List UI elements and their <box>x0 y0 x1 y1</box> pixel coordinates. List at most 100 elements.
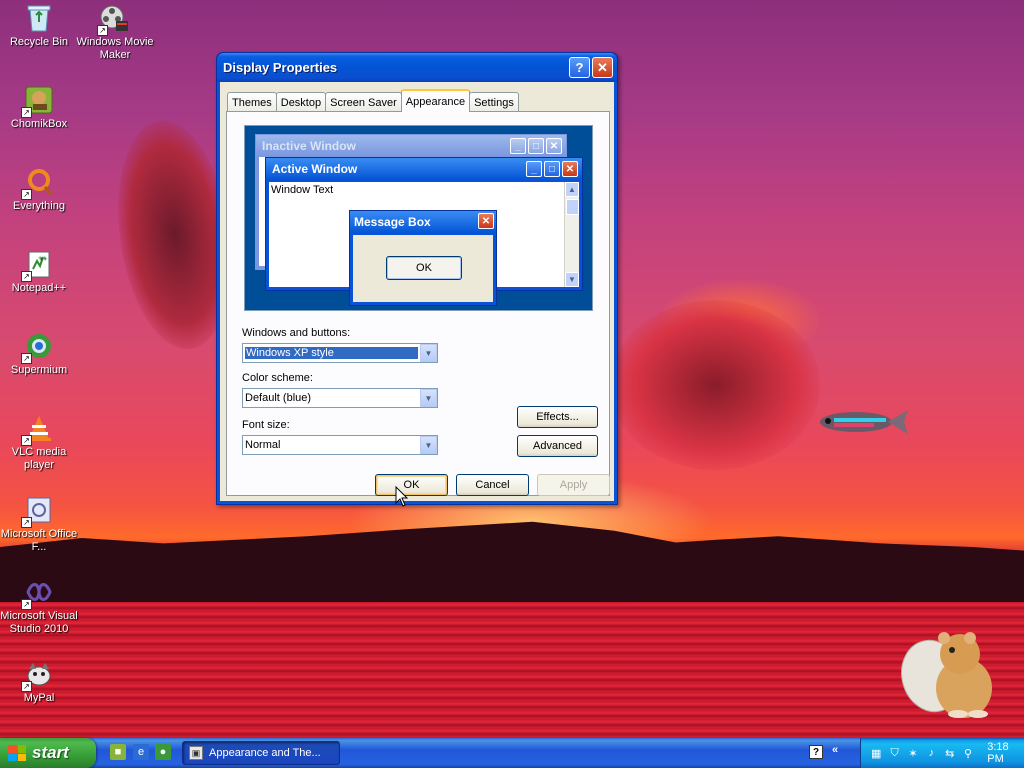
preview-inactive-caption-buttons: _ □ ✕ <box>508 138 562 154</box>
preview-window-text: Window Text <box>271 184 334 196</box>
font-size-value: Normal <box>245 439 281 451</box>
notepad-plus-plus-icon: ++ ↗ <box>21 248 55 282</box>
fish-desktop-pet[interactable] <box>816 404 910 440</box>
close-icon: ✕ <box>546 138 562 154</box>
chevron-down-icon[interactable]: ▼ <box>420 389 437 407</box>
windows-and-buttons-value: Windows XP style <box>244 346 419 360</box>
quicklaunch-chomikbox-icon[interactable]: ■ <box>110 744 126 760</box>
help-tray-icon[interactable]: ? <box>809 745 823 759</box>
close-icon: ✕ <box>478 213 494 229</box>
preview-ok-button: OK <box>386 256 462 280</box>
show-hidden-icons-chevron-icon[interactable]: « <box>832 744 838 756</box>
system-tray: ▦ ⛉ ✶ ♪ ⇆ ⚲ 3:18 PM <box>860 738 1024 768</box>
desktop-icon-label: Supermium <box>10 364 68 376</box>
desktop-icon-mypal[interactable]: ↗ MyPal <box>0 658 78 705</box>
apply-button[interactable]: Apply <box>537 474 610 496</box>
chomikbox-icon: ↗ <box>21 84 55 118</box>
window-title: Display Properties <box>223 60 338 75</box>
minimize-icon: _ <box>526 161 542 177</box>
supermium-icon: ↗ <box>21 330 55 364</box>
desktop-icon-label: VLC media player <box>11 446 67 471</box>
ok-button[interactable]: OK <box>375 474 448 496</box>
hamster-desktop-pet[interactable] <box>898 630 1002 722</box>
chevron-down-icon[interactable]: ▼ <box>420 436 437 454</box>
tab-appearance[interactable]: Appearance <box>400 89 471 112</box>
desktop-icon-label: Microsoft Visual Studio 2010 <box>0 610 78 635</box>
clock[interactable]: 3:18 PM <box>987 741 1024 765</box>
desktop-icon-label: Recycle Bin <box>9 36 69 48</box>
quicklaunch-internet-explorer-icon[interactable]: e <box>133 744 149 760</box>
display-properties-icon: ▣ <box>189 746 203 760</box>
search-tray-icon[interactable]: ⚲ <box>961 745 975 761</box>
start-button[interactable]: start <box>0 738 96 768</box>
tab-screen-saver[interactable]: Screen Saver <box>325 92 402 112</box>
desktop-icon-windows-movie-maker[interactable]: ↗ Windows Movie Maker <box>76 2 154 62</box>
appearance-tab-panel: Inactive Window _ □ ✕ Active Window _ □ … <box>226 111 610 496</box>
mypal-icon: ↗ <box>21 658 55 692</box>
security-shield-tray-icon[interactable]: ⛉ <box>887 745 901 761</box>
scroll-thumb <box>566 199 579 215</box>
tab-themes[interactable]: Themes <box>227 92 277 112</box>
scroll-down-arrow-icon: ▼ <box>565 272 579 287</box>
color-scheme-dropdown[interactable]: Default (blue) ▼ <box>242 388 438 408</box>
tab-settings[interactable]: Settings <box>469 92 519 112</box>
display-properties-window[interactable]: Display Properties ? ✕ Themes Desktop Sc… <box>216 52 618 505</box>
desktop-icon-visual-studio[interactable]: ↗ Microsoft Visual Studio 2010 <box>0 576 78 636</box>
desktop-icon-recycle-bin[interactable]: Recycle Bin <box>0 2 78 49</box>
preview-active-body: Window Text ▲ ▼ Message Box ✕ OK <box>269 182 579 306</box>
network-tray-icon[interactable]: ✶ <box>906 745 920 761</box>
visual-studio-icon: ↗ <box>21 576 55 610</box>
desktop-icon-microsoft-office[interactable]: ↗ Microsoft Office F... <box>0 494 78 554</box>
everything-icon: ↗ <box>21 166 55 200</box>
scroll-up-arrow-icon: ▲ <box>565 182 579 197</box>
desktop-icon-everything[interactable]: ↗ Everything <box>0 166 78 213</box>
preview-message-box-title: Message Box <box>350 211 496 233</box>
water <box>0 602 1024 738</box>
volume-tray-icon[interactable]: ♪ <box>924 745 938 761</box>
tab-desktop[interactable]: Desktop <box>275 92 327 112</box>
font-size-label: Font size: <box>242 419 290 431</box>
desktop-icon-supermium[interactable]: ↗ Supermium <box>0 330 78 377</box>
cancel-button[interactable]: Cancel <box>456 474 529 496</box>
font-size-dropdown[interactable]: Normal ▼ <box>242 435 438 455</box>
connection-tray-icon[interactable]: ⇆ <box>943 745 957 761</box>
advanced-button[interactable]: Advanced <box>517 435 598 457</box>
dialog-client-area: Themes Desktop Screen Saver Appearance S… <box>220 82 614 501</box>
title-bar[interactable]: Display Properties ? ✕ <box>217 53 617 82</box>
chevron-down-icon[interactable]: ▼ <box>420 344 437 362</box>
svg-text:++: ++ <box>38 255 46 262</box>
desktop-icon-label: Microsoft Office F... <box>0 528 78 553</box>
desktop-icon-chomikbox[interactable]: ↗ ChomikBox <box>0 84 78 131</box>
desktop-icon-vlc[interactable]: ↗ VLC media player <box>0 412 78 472</box>
preview-message-box-caption-buttons: ✕ <box>476 213 494 229</box>
desktop-icon-label: ChomikBox <box>10 118 68 130</box>
maximize-icon: □ <box>528 138 544 154</box>
maximize-icon: □ <box>544 161 560 177</box>
preview-scrollbar: ▲ ▼ <box>564 182 579 287</box>
recycle-bin-icon <box>23 2 55 34</box>
mouse-cursor-icon <box>395 486 409 507</box>
color-scheme-label: Color scheme: <box>242 372 313 384</box>
chomikbox-tray-icon[interactable]: ▦ <box>869 745 883 761</box>
cloud <box>610 300 820 470</box>
taskbar-button-appearance[interactable]: ▣ Appearance and The... <box>182 741 340 765</box>
windows-and-buttons-dropdown[interactable]: Windows XP style ▼ <box>242 343 438 363</box>
close-icon: ✕ <box>562 161 578 177</box>
preview-message-box-body: OK <box>353 235 493 302</box>
desktop-icon-label: Windows Movie Maker <box>76 36 154 61</box>
desktop-icon-notepad-plus-plus[interactable]: ++ ↗ Notepad++ <box>0 248 78 295</box>
preview-active-window: Active Window _ □ ✕ Window Text ▲ ▼ Mess… <box>265 157 583 306</box>
preview-message-box: Message Box ✕ OK <box>349 210 497 306</box>
minimize-icon: _ <box>510 138 526 154</box>
quicklaunch-browser-icon[interactable]: ● <box>155 744 171 760</box>
close-button[interactable]: ✕ <box>592 57 613 78</box>
effects-button[interactable]: Effects... <box>517 406 598 428</box>
help-button[interactable]: ? <box>569 57 590 78</box>
desktop-icon-label: Everything <box>13 200 65 212</box>
taskbar: start ■ e ● ▣ Appearance and The... ? « … <box>0 738 1024 768</box>
vlc-icon: ↗ <box>21 412 55 446</box>
start-label: start <box>32 743 69 762</box>
desktop-icon-label: Notepad++ <box>11 282 67 294</box>
windows-and-buttons-label: Windows and buttons: <box>242 327 351 339</box>
appearance-preview: Inactive Window _ □ ✕ Active Window _ □ … <box>244 125 593 311</box>
